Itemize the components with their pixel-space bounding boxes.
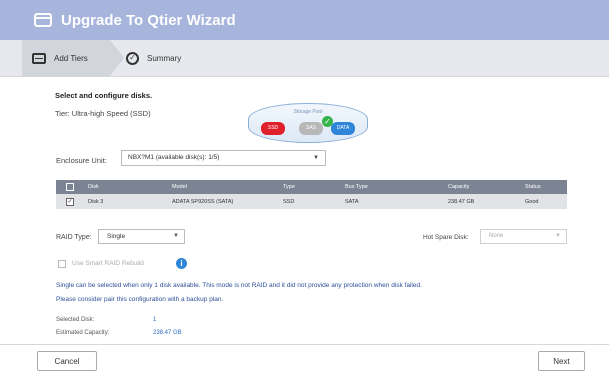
estimated-capacity-label: Estimated Capacity:	[56, 330, 110, 336]
cell-capacity: 238.47 GB	[448, 198, 475, 205]
raid-type-value: Single	[107, 233, 126, 240]
table-row[interactable]: ✓ Disk 3 ADATA SP920SS (SATA) SSD SATA 2…	[56, 194, 567, 209]
cell-disk: Disk 3	[88, 198, 104, 205]
backup-note: Please consider pair this configuration …	[56, 296, 224, 303]
window-title: Upgrade To Qtier Wizard	[61, 11, 236, 29]
tier-sas-pill: SAS	[299, 122, 323, 135]
single-mode-note: Single can be selected when only 1 disk …	[56, 282, 422, 289]
chevron-down-icon: ▼	[555, 233, 561, 239]
disk-table: Disk Model Type Bus Type Capacity Status…	[56, 180, 567, 209]
tier-label: Tier: Ultra-high Speed (SSD)	[55, 109, 151, 118]
col-capacity[interactable]: Capacity	[444, 184, 521, 190]
tier-data-pill: DATA	[331, 122, 355, 135]
col-model[interactable]: Model	[168, 184, 279, 190]
hot-spare-select[interactable]: None ▼	[480, 229, 567, 244]
col-disk[interactable]: Disk	[84, 184, 168, 190]
storage-pool-graphic: Storage Pool SSD SAS DATA ✓	[248, 103, 368, 143]
chevron-down-icon: ▼	[313, 155, 319, 161]
col-type[interactable]: Type	[279, 184, 341, 190]
step-bar: Add Tiers ✓ Summary	[0, 40, 609, 77]
col-status[interactable]: Status	[521, 184, 567, 190]
cell-model: ADATA SP920SS (SATA)	[172, 198, 234, 205]
next-button[interactable]: Next	[538, 351, 585, 371]
enclosure-label: Enclosure Unit:	[56, 156, 107, 165]
selected-disk-label: Selected Disk:	[56, 317, 95, 323]
chevron-down-icon: ▼	[173, 233, 179, 239]
enclosure-value: NBX?M1 (available disk(s): 1/5)	[128, 154, 220, 161]
section-heading: Select and configure disks.	[55, 91, 153, 100]
raid-type-label: RAID Type:	[56, 234, 92, 241]
col-bus-type[interactable]: Bus Type	[341, 184, 444, 190]
wizard-window: Upgrade To Qtier Wizard Add Tiers ✓ Summ…	[0, 0, 609, 377]
step-add-tiers[interactable]: Add Tiers	[22, 40, 124, 76]
check-circle-icon: ✓	[126, 51, 139, 65]
raid-type-select[interactable]: Single ▼	[98, 229, 185, 244]
cancel-button[interactable]: Cancel	[37, 351, 97, 371]
select-all-checkbox[interactable]	[66, 183, 74, 191]
smart-raid-label: Use Smart RAID Rebuild	[72, 260, 144, 267]
hot-spare-label: Hot Spare Disk:	[423, 234, 469, 241]
cell-type: SSD	[283, 198, 295, 205]
smart-raid-checkbox[interactable]	[58, 260, 66, 268]
step-label: Add Tiers	[54, 53, 88, 63]
cell-bus-type: SATA	[345, 198, 359, 205]
enclosure-select[interactable]: NBX?M1 (available disk(s): 1/5) ▼	[121, 150, 326, 166]
estimated-capacity-value: 238.47 GB	[153, 330, 182, 336]
step-label: Summary	[147, 53, 182, 63]
check-icon: ✓	[322, 116, 333, 127]
row-checkbox[interactable]: ✓	[66, 197, 74, 206]
row-select[interactable]: ✓	[56, 197, 84, 206]
tier-ssd-pill: SSD	[261, 122, 285, 135]
selected-disk-value: 1	[153, 317, 157, 323]
select-all-header[interactable]	[56, 183, 84, 191]
cell-status: Good	[525, 198, 539, 205]
hot-spare-value: None	[489, 233, 504, 239]
pool-label: Storage Pool	[293, 109, 323, 115]
wizard-footer: Cancel Next	[0, 344, 609, 377]
title-bar: Upgrade To Qtier Wizard	[0, 0, 609, 40]
step-summary[interactable]: ✓ Summary	[126, 40, 181, 76]
window-icon	[34, 13, 52, 27]
info-icon[interactable]: i	[176, 258, 187, 269]
disk-drive-icon	[32, 52, 46, 64]
table-header: Disk Model Type Bus Type Capacity Status	[56, 180, 567, 194]
